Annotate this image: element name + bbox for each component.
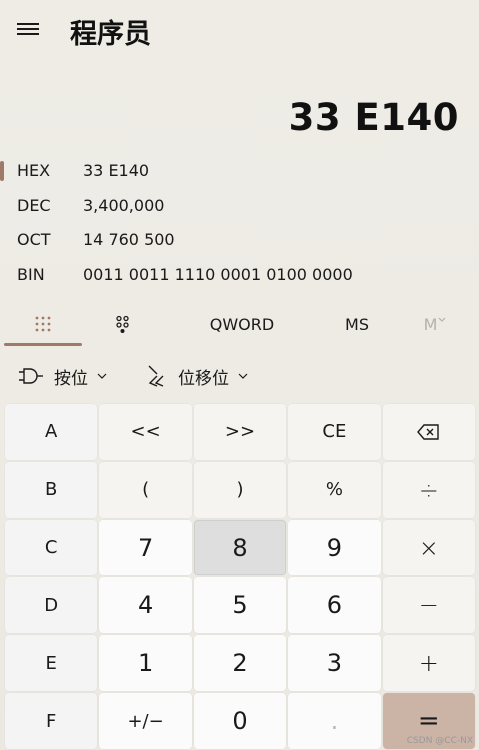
key-divide[interactable]: ÷ (382, 461, 475, 518)
bit-shift-icon (148, 365, 164, 387)
radix-value: 0011 0011 1110 0001 0100 0000 (83, 265, 353, 284)
hamburger-line (17, 23, 39, 25)
bitshift-label: 位移位 (178, 368, 229, 389)
hamburger-line (17, 28, 39, 30)
hamburger-line (17, 33, 39, 35)
memory-store-button[interactable]: MS (330, 303, 384, 345)
key-3[interactable]: 3 (288, 635, 381, 692)
key-f[interactable]: F (5, 693, 98, 749)
key-c[interactable]: C (5, 519, 98, 576)
radix-hex-row[interactable]: HEX 33 E140 (0, 154, 479, 188)
key-lshift[interactable]: << (99, 404, 192, 460)
calculator-window: 程序员 33 E140 HEX 33 E140 DEC 3,400,000 OC… (0, 0, 479, 750)
radix-value: 14 760 500 (83, 230, 175, 249)
chevron-down-icon (438, 317, 446, 322)
key-e[interactable]: E (5, 635, 98, 692)
radix-bin-row[interactable]: BIN 0011 0011 1110 0001 0100 0000 (0, 258, 479, 292)
bitshift-dropdown[interactable]: 位移位 (146, 356, 249, 396)
key-b[interactable]: B (5, 461, 98, 518)
hamburger-icon[interactable] (14, 18, 42, 40)
key-decimal[interactable]: . (288, 693, 381, 749)
active-indicator (0, 161, 4, 181)
key-mod[interactable]: % (288, 461, 381, 518)
mode-selected-underline (4, 343, 82, 346)
key-backspace[interactable] (382, 404, 475, 460)
key-rshift[interactable]: >> (193, 404, 287, 460)
logic-gate-icon (19, 368, 43, 384)
watermark: CSDN @CC-NX (406, 736, 473, 746)
radix-value: 33 E140 (83, 161, 150, 180)
full-keypad-button[interactable] (4, 303, 82, 345)
key-9[interactable]: 9 (288, 519, 381, 576)
bitwise-label: 按位 (54, 368, 88, 389)
radix-label: BIN (17, 265, 45, 284)
key-open-paren[interactable]: ( (99, 461, 192, 518)
memory-list-label: M (423, 314, 438, 334)
key-close-paren[interactable]: ) (193, 461, 287, 518)
full-keypad-icon (35, 316, 51, 332)
key-6[interactable]: 6 (288, 577, 381, 634)
radix-label: OCT (17, 230, 51, 249)
key-add[interactable]: + (382, 635, 475, 692)
key-multiply[interactable]: × (382, 519, 475, 576)
key-clear-entry[interactable]: CE (288, 404, 381, 460)
bit-toggle-keypad-button[interactable] (95, 303, 151, 345)
keypad: A << >> CE B ( ) % ÷ C 7 8 9 × D 4 5 6 − (5, 404, 475, 749)
key-subtract[interactable]: − (382, 577, 475, 634)
key-d[interactable]: D (5, 577, 98, 634)
key-7[interactable]: 7 (99, 519, 192, 576)
header: 程序员 (0, 0, 479, 60)
backspace-icon (416, 424, 439, 440)
bit-operations-toolbar: 按位 位移位 (0, 356, 479, 396)
bit-toggle-keypad-icon (116, 315, 129, 333)
chevron-down-icon (97, 373, 107, 379)
chevron-down-icon (238, 373, 248, 379)
radix-label: HEX (17, 161, 51, 180)
key-a[interactable]: A (5, 404, 98, 460)
key-5[interactable]: 5 (193, 577, 287, 634)
key-4[interactable]: 4 (99, 577, 192, 634)
mode-bar: QWORD MS M (0, 303, 479, 346)
radix-label: DEC (17, 196, 51, 215)
key-2[interactable]: 2 (193, 635, 287, 692)
key-negate[interactable]: +/− (99, 693, 192, 749)
result-display: 33 E140 (288, 96, 459, 139)
radix-oct-row[interactable]: OCT 14 760 500 (0, 223, 479, 257)
key-0[interactable]: 0 (193, 693, 287, 749)
word-size-button[interactable]: QWORD (196, 303, 288, 345)
bitwise-dropdown[interactable]: 按位 (18, 356, 108, 396)
memory-list-button[interactable]: M (412, 303, 458, 345)
page-title: 程序员 (70, 19, 151, 50)
key-8[interactable]: 8 (193, 519, 287, 576)
key-1[interactable]: 1 (99, 635, 192, 692)
radix-dec-row[interactable]: DEC 3,400,000 (0, 189, 479, 223)
radix-value: 3,400,000 (83, 196, 165, 215)
